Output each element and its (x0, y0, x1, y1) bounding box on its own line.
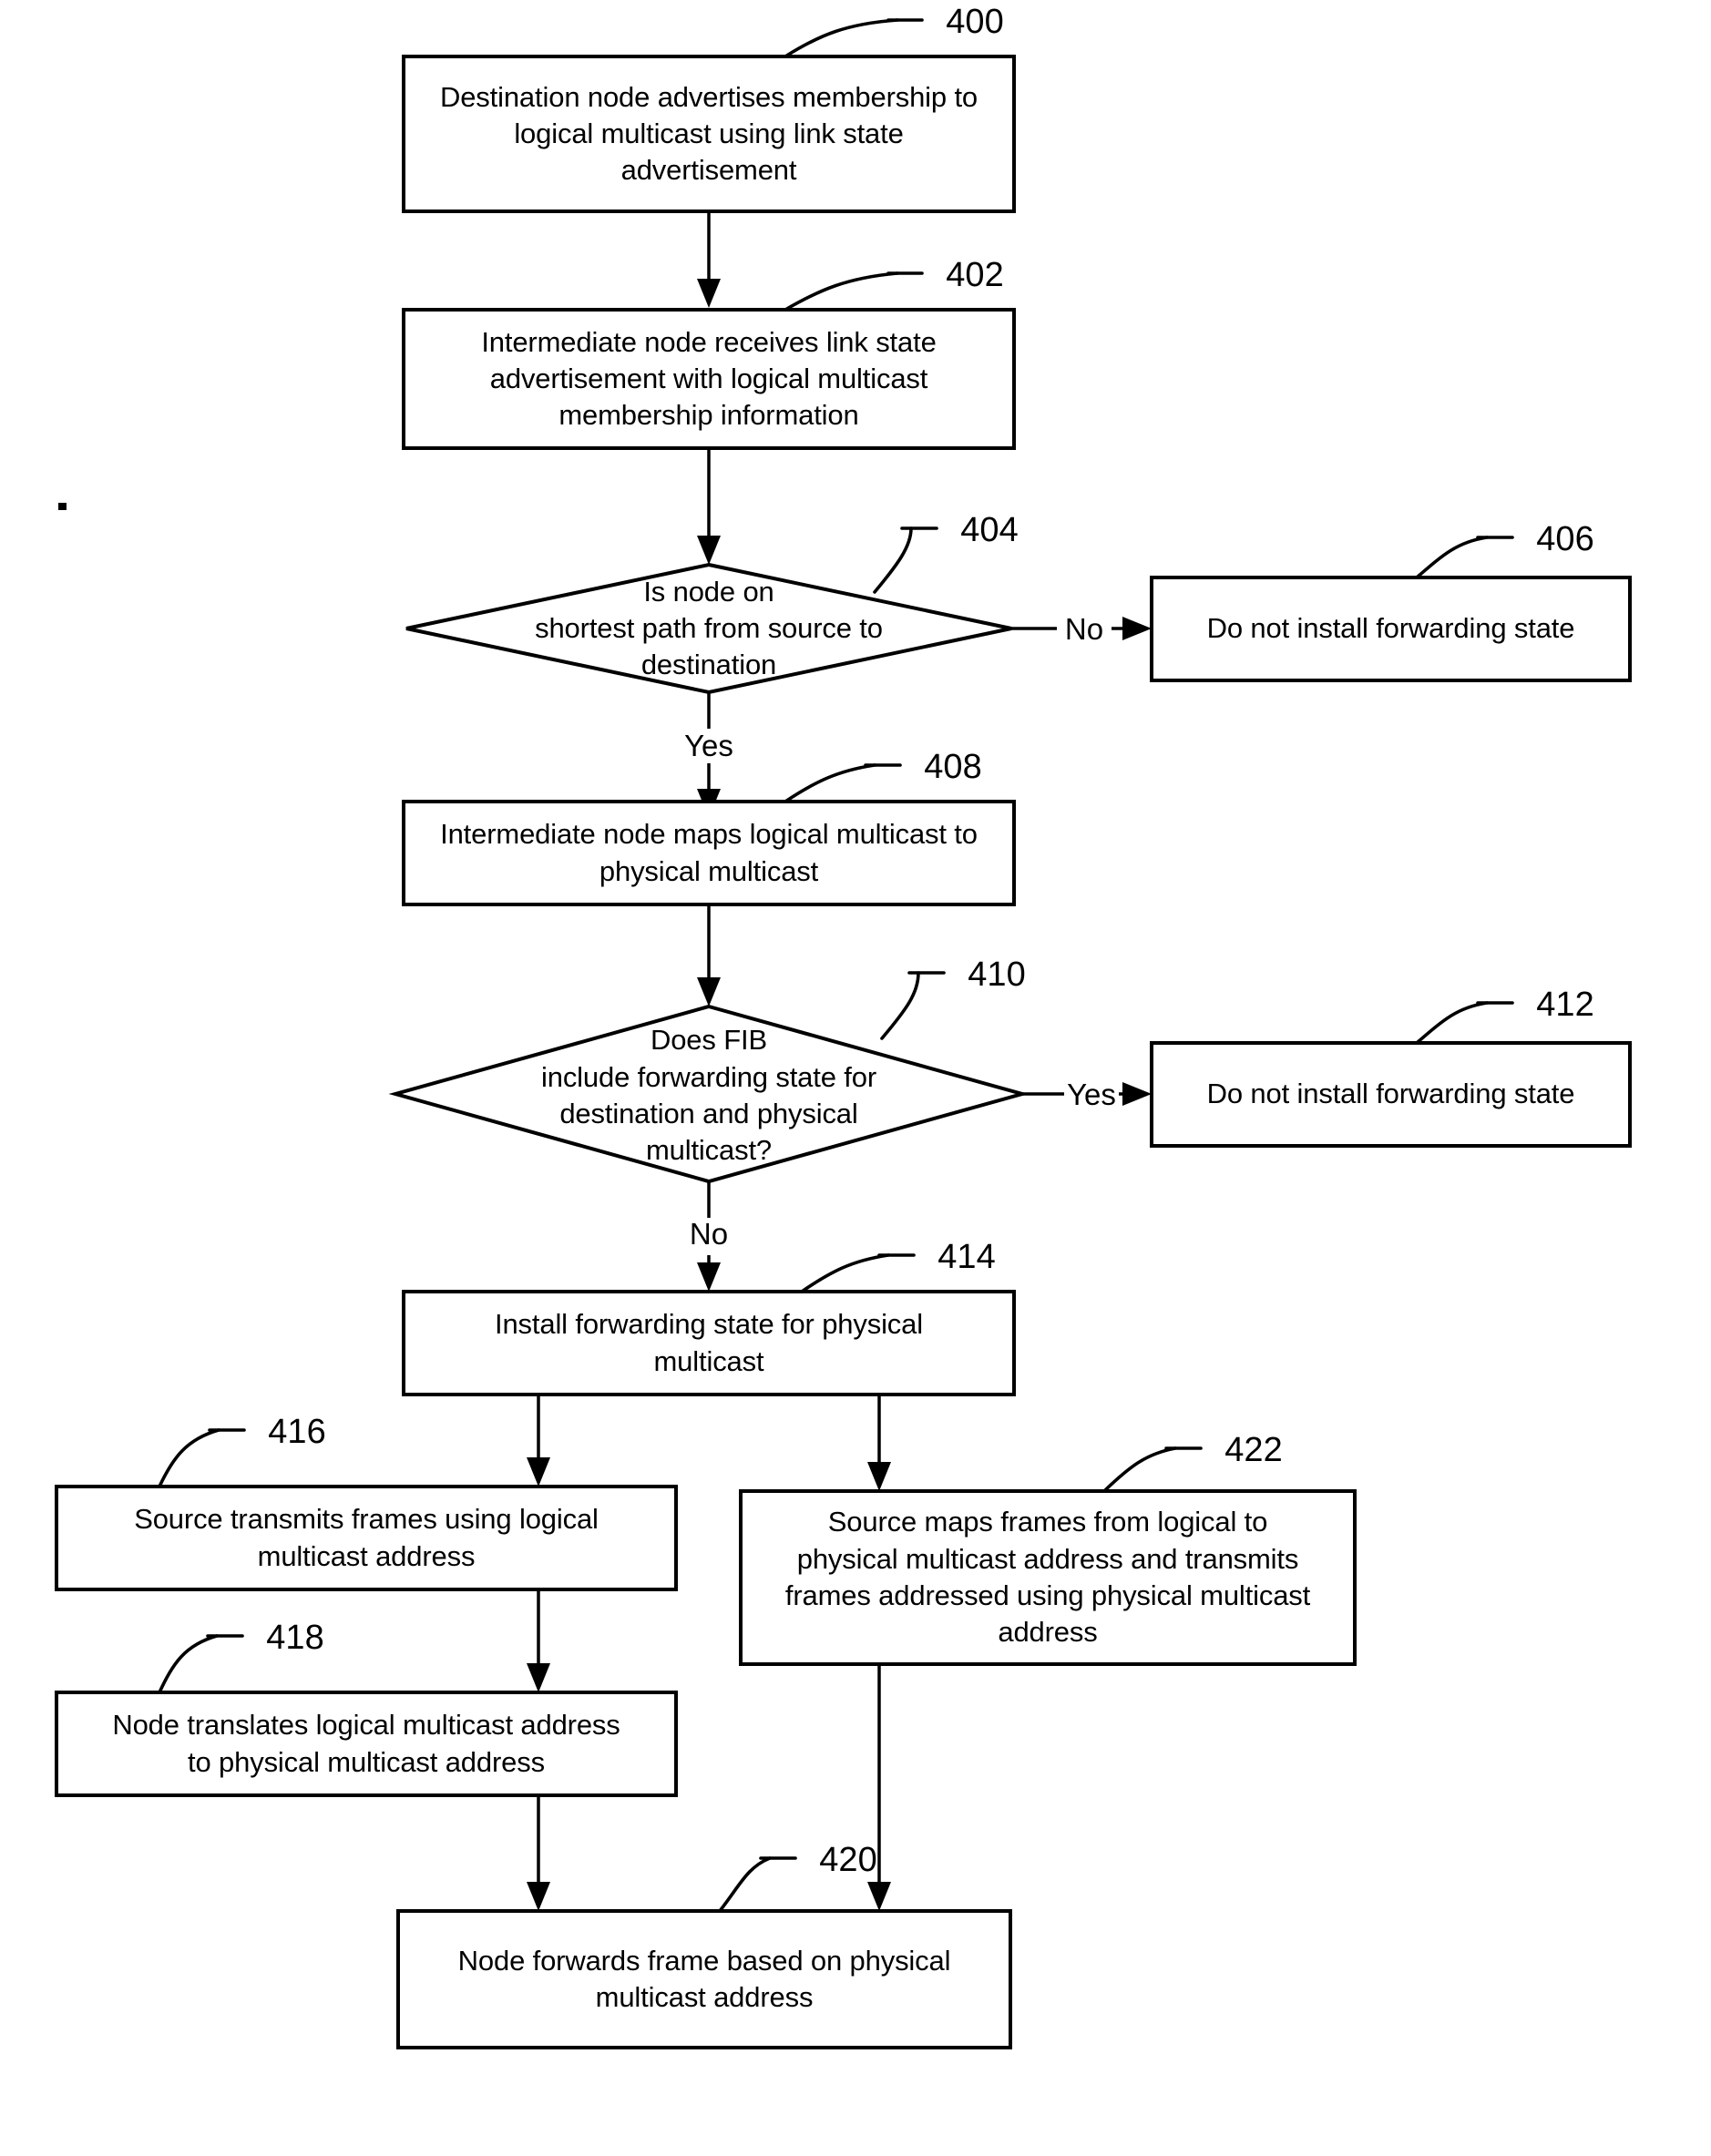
scan-speck (58, 503, 67, 510)
node-406-label: Do not install forwarding state (1206, 612, 1575, 645)
arrowhead-414-422 (867, 1462, 891, 1491)
node-412-label: Do not install forwarding state (1206, 1078, 1575, 1110)
arrowhead-410-414 (697, 1262, 721, 1292)
leader-402 (784, 271, 899, 312)
ref-number-402: 402 (946, 256, 1004, 294)
node-414-label: Install forwarding state for physical mu… (494, 1308, 923, 1377)
arrowhead-402-404 (697, 536, 721, 565)
ref-number-408: 408 (924, 748, 982, 786)
node-420-label: Node forwards frame based on physical mu… (457, 1944, 951, 2013)
ref-number-414: 414 (937, 1238, 996, 1276)
arrowhead-400-402 (697, 279, 721, 308)
arrowhead-416-418 (527, 1663, 550, 1692)
node-408-label: Intermediate node maps logical multicast… (440, 818, 978, 887)
node-422-label: Source maps frames from logical to physi… (784, 1506, 1311, 1649)
leader-412 (1415, 1001, 1489, 1045)
ref-number-418: 418 (266, 1619, 324, 1657)
arrowhead-408-410 (697, 977, 721, 1006)
leader-408 (784, 763, 876, 803)
ref-number-422: 422 (1224, 1431, 1283, 1469)
leader-420 (718, 1856, 772, 1913)
ref-number-406: 406 (1536, 520, 1594, 558)
ref-number-420: 420 (819, 1841, 877, 1879)
node-418-label: Node translates logical multicast addres… (112, 1709, 620, 1778)
arrowhead-414-416 (527, 1457, 550, 1487)
branch-label-404-yes: Yes (684, 729, 733, 762)
flowchart-figure: 400 402 404 406 408 410 412 414 416 418 … (0, 0, 1711, 2156)
arrowhead-404-406 (1122, 617, 1152, 640)
branch-label-410-yes: Yes (1067, 1078, 1116, 1111)
ref-number-400: 400 (946, 3, 1004, 41)
arrowhead-418-420 (527, 1882, 550, 1911)
ref-number-404: 404 (960, 511, 1019, 549)
leader-406 (1415, 536, 1489, 579)
node-416-label: Source transmits frames using logical mu… (134, 1503, 599, 1572)
ref-number-416: 416 (268, 1413, 326, 1451)
arrowhead-422-420 (867, 1882, 891, 1911)
node-400-label: Destination node advertises membership t… (439, 80, 978, 187)
leader-422 (1102, 1446, 1177, 1493)
leader-400 (784, 18, 899, 58)
node-404-label: Is node on shortest path from source to … (535, 575, 883, 681)
node-402-label: Intermediate node receives link state ad… (481, 325, 937, 432)
ref-number-412: 412 (1536, 986, 1594, 1024)
branch-label-410-no: No (689, 1217, 729, 1251)
leader-418 (158, 1634, 219, 1694)
ref-number-410: 410 (968, 955, 1026, 994)
branch-label-404-no: No (1064, 612, 1104, 646)
leader-416 (158, 1428, 220, 1488)
node-410-label: Does FIB include forwarding state for de… (541, 1024, 876, 1167)
leader-414 (800, 1253, 890, 1293)
